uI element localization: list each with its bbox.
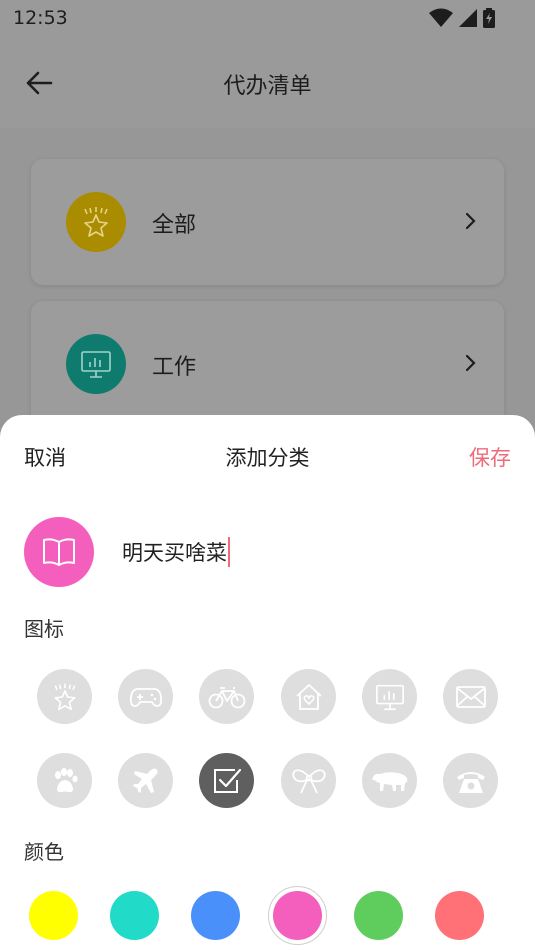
category-label: 工作: [152, 355, 197, 380]
color-swatch-blue[interactable]: [191, 891, 240, 940]
signal-icon: [459, 9, 477, 27]
status-icons: [429, 8, 495, 28]
icon-option-presentation[interactable]: [362, 669, 417, 724]
color-swatch-pink[interactable]: [273, 891, 322, 940]
category-card-work[interactable]: 工作: [31, 301, 504, 427]
gamepad-icon: [129, 687, 162, 707]
icon-option-telephone[interactable]: [443, 753, 498, 808]
color-swatch-red[interactable]: [435, 891, 484, 940]
icon-option-paw[interactable]: [37, 753, 92, 808]
bicycle-icon: [208, 686, 245, 708]
save-button[interactable]: 保存: [469, 442, 511, 472]
icon-option-checkbox[interactable]: [199, 753, 254, 808]
icon-option-bow[interactable]: [281, 753, 336, 808]
crown-star-icon: [84, 207, 108, 237]
category-name-input[interactable]: 明天买啥菜: [122, 535, 230, 569]
color-swatch-teal[interactable]: [110, 891, 159, 940]
icon-option-airplane[interactable]: [118, 753, 173, 808]
cancel-button[interactable]: 取消: [24, 442, 66, 472]
category-name-value: 明天买啥菜: [122, 541, 227, 565]
sheet-title: 添加分类: [225, 446, 310, 470]
presentation-icon: [81, 351, 111, 378]
icon-option-bicycle[interactable]: [199, 669, 254, 724]
animal-icon: [371, 771, 407, 791]
icon-option-home-heart[interactable]: [281, 669, 336, 724]
presentation-icon: [375, 684, 404, 710]
chevron-right-icon: [465, 354, 476, 372]
chevron-right-icon: [465, 212, 476, 230]
color-swatch-yellow[interactable]: [29, 891, 78, 940]
status-time: 12:53: [13, 7, 68, 29]
paw-icon: [54, 767, 78, 792]
colors-section-label: 颜色: [24, 840, 64, 864]
checkbox-icon: [213, 768, 241, 793]
page-title: 代办清单: [223, 74, 312, 99]
battery-icon: [483, 8, 495, 28]
status-bar: 12:53: [0, 0, 535, 36]
crown-star-icon: [54, 683, 75, 710]
home-heart-icon: [295, 683, 322, 710]
color-swatch-green[interactable]: [354, 891, 403, 940]
category-icon-circle: [66, 192, 126, 252]
category-card-all[interactable]: 全部: [31, 159, 504, 285]
icon-option-animal[interactable]: [362, 753, 417, 808]
airplane-icon: [132, 768, 158, 793]
category-preview: [24, 517, 94, 587]
bow-icon: [291, 768, 326, 793]
telephone-icon: [456, 771, 485, 793]
book-icon: [43, 538, 75, 566]
icon-option-mail[interactable]: [443, 669, 498, 724]
text-caret: [228, 537, 230, 567]
icons-section-label: 图标: [24, 617, 64, 641]
add-category-sheet: 取消 添加分类 保存 明天买啥菜 图标 颜色: [0, 415, 535, 951]
icon-option-crown-star[interactable]: [37, 669, 92, 724]
category-label: 全部: [152, 213, 197, 238]
mail-icon: [455, 685, 486, 708]
app-bar: 代办清单: [0, 36, 535, 128]
category-icon-circle: [66, 334, 126, 394]
icon-option-gamepad[interactable]: [118, 669, 173, 724]
wifi-icon: [429, 8, 453, 27]
